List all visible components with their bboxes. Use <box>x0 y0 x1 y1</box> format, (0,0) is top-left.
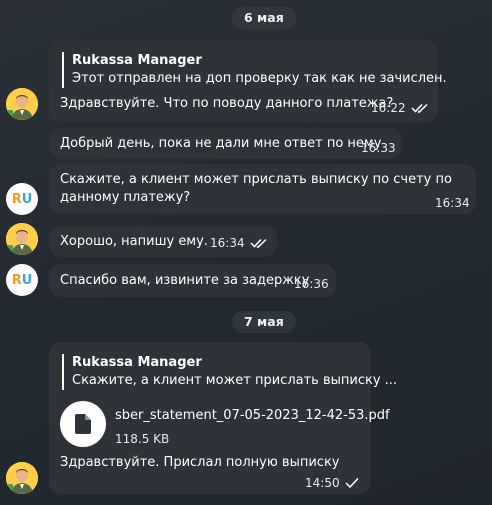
manager-avatar[interactable] <box>6 88 38 120</box>
message-text: Хорошо, напишу ему. <box>60 234 208 249</box>
message-text: Здравствуйте. Прислал полную выписку <box>60 455 340 470</box>
manager-avatar-icon <box>6 462 38 494</box>
support-avatar[interactable]: RU <box>6 183 38 215</box>
ru-logo-r: R <box>11 191 22 207</box>
reply-author: Rukassa Manager <box>72 53 202 68</box>
reply-quote[interactable]: Rukassa Manager Скажите, а клиент может … <box>62 354 397 390</box>
message-time: 16:34 <box>210 236 245 250</box>
double-check-icon <box>411 103 428 114</box>
support-avatar[interactable]: RU <box>6 264 38 296</box>
message-time: 16:33 <box>361 141 396 155</box>
manager-avatar[interactable] <box>6 462 38 494</box>
file-size: 118.5 KB <box>115 432 170 446</box>
message-bubble[interactable]: Rukassa Manager Этот отправлен на доп пр… <box>49 40 447 122</box>
ru-logo-r: R <box>11 272 22 288</box>
manager-avatar[interactable] <box>6 223 38 255</box>
message-bubble[interactable]: Спасибо вам, извините за задержку 16:36 <box>49 264 336 297</box>
message-text: Спасибо вам, извините за задержку <box>60 273 310 288</box>
message-bubble[interactable]: Добрый день, пока не дали мне ответ по н… <box>49 128 402 159</box>
manager-avatar-icon <box>6 223 38 255</box>
reply-quote[interactable]: Rukassa Manager Этот отправлен на доп пр… <box>62 52 447 88</box>
message-text: Добрый день, пока не дали мне ответ по н… <box>60 136 382 151</box>
message-text-line2: данному платежу? <box>60 190 191 205</box>
file-name[interactable]: sber_statement_07-05-2023_12-42-53.pdf <box>115 407 390 425</box>
message-time: 14:50 <box>305 476 340 490</box>
message-bubble[interactable]: Хорошо, напишу ему. 16:34 <box>49 226 277 257</box>
message-text: Здравствуйте. Что по поводу данного плат… <box>60 96 394 111</box>
check-icon <box>345 477 359 489</box>
reply-text: Этот отправлен на доп проверку так как н… <box>72 71 447 86</box>
manager-avatar-icon <box>6 88 38 120</box>
file-icon <box>75 414 91 434</box>
message-time: 16:36 <box>294 277 329 291</box>
reply-author: Rukassa Manager <box>72 355 202 370</box>
double-check-icon <box>250 238 267 249</box>
message-time: 16:22 <box>371 101 406 115</box>
reply-text: Скажите, а клиент может прислать выписку… <box>72 373 398 388</box>
date-separator: 6 мая <box>232 7 296 29</box>
ru-logo-u: U <box>21 191 33 207</box>
date-separator: 7 мая <box>232 311 296 333</box>
message-bubble[interactable]: Скажите, а клиент может прислать выписку… <box>49 164 476 214</box>
ru-logo-u: U <box>21 272 33 288</box>
message-bubble[interactable]: Rukassa Manager Скажите, а клиент может … <box>49 342 397 494</box>
file-download-button[interactable] <box>60 401 106 447</box>
message-text-line1: Скажите, а клиент может прислать выписку… <box>60 172 452 187</box>
message-time: 16:34 <box>435 196 470 210</box>
